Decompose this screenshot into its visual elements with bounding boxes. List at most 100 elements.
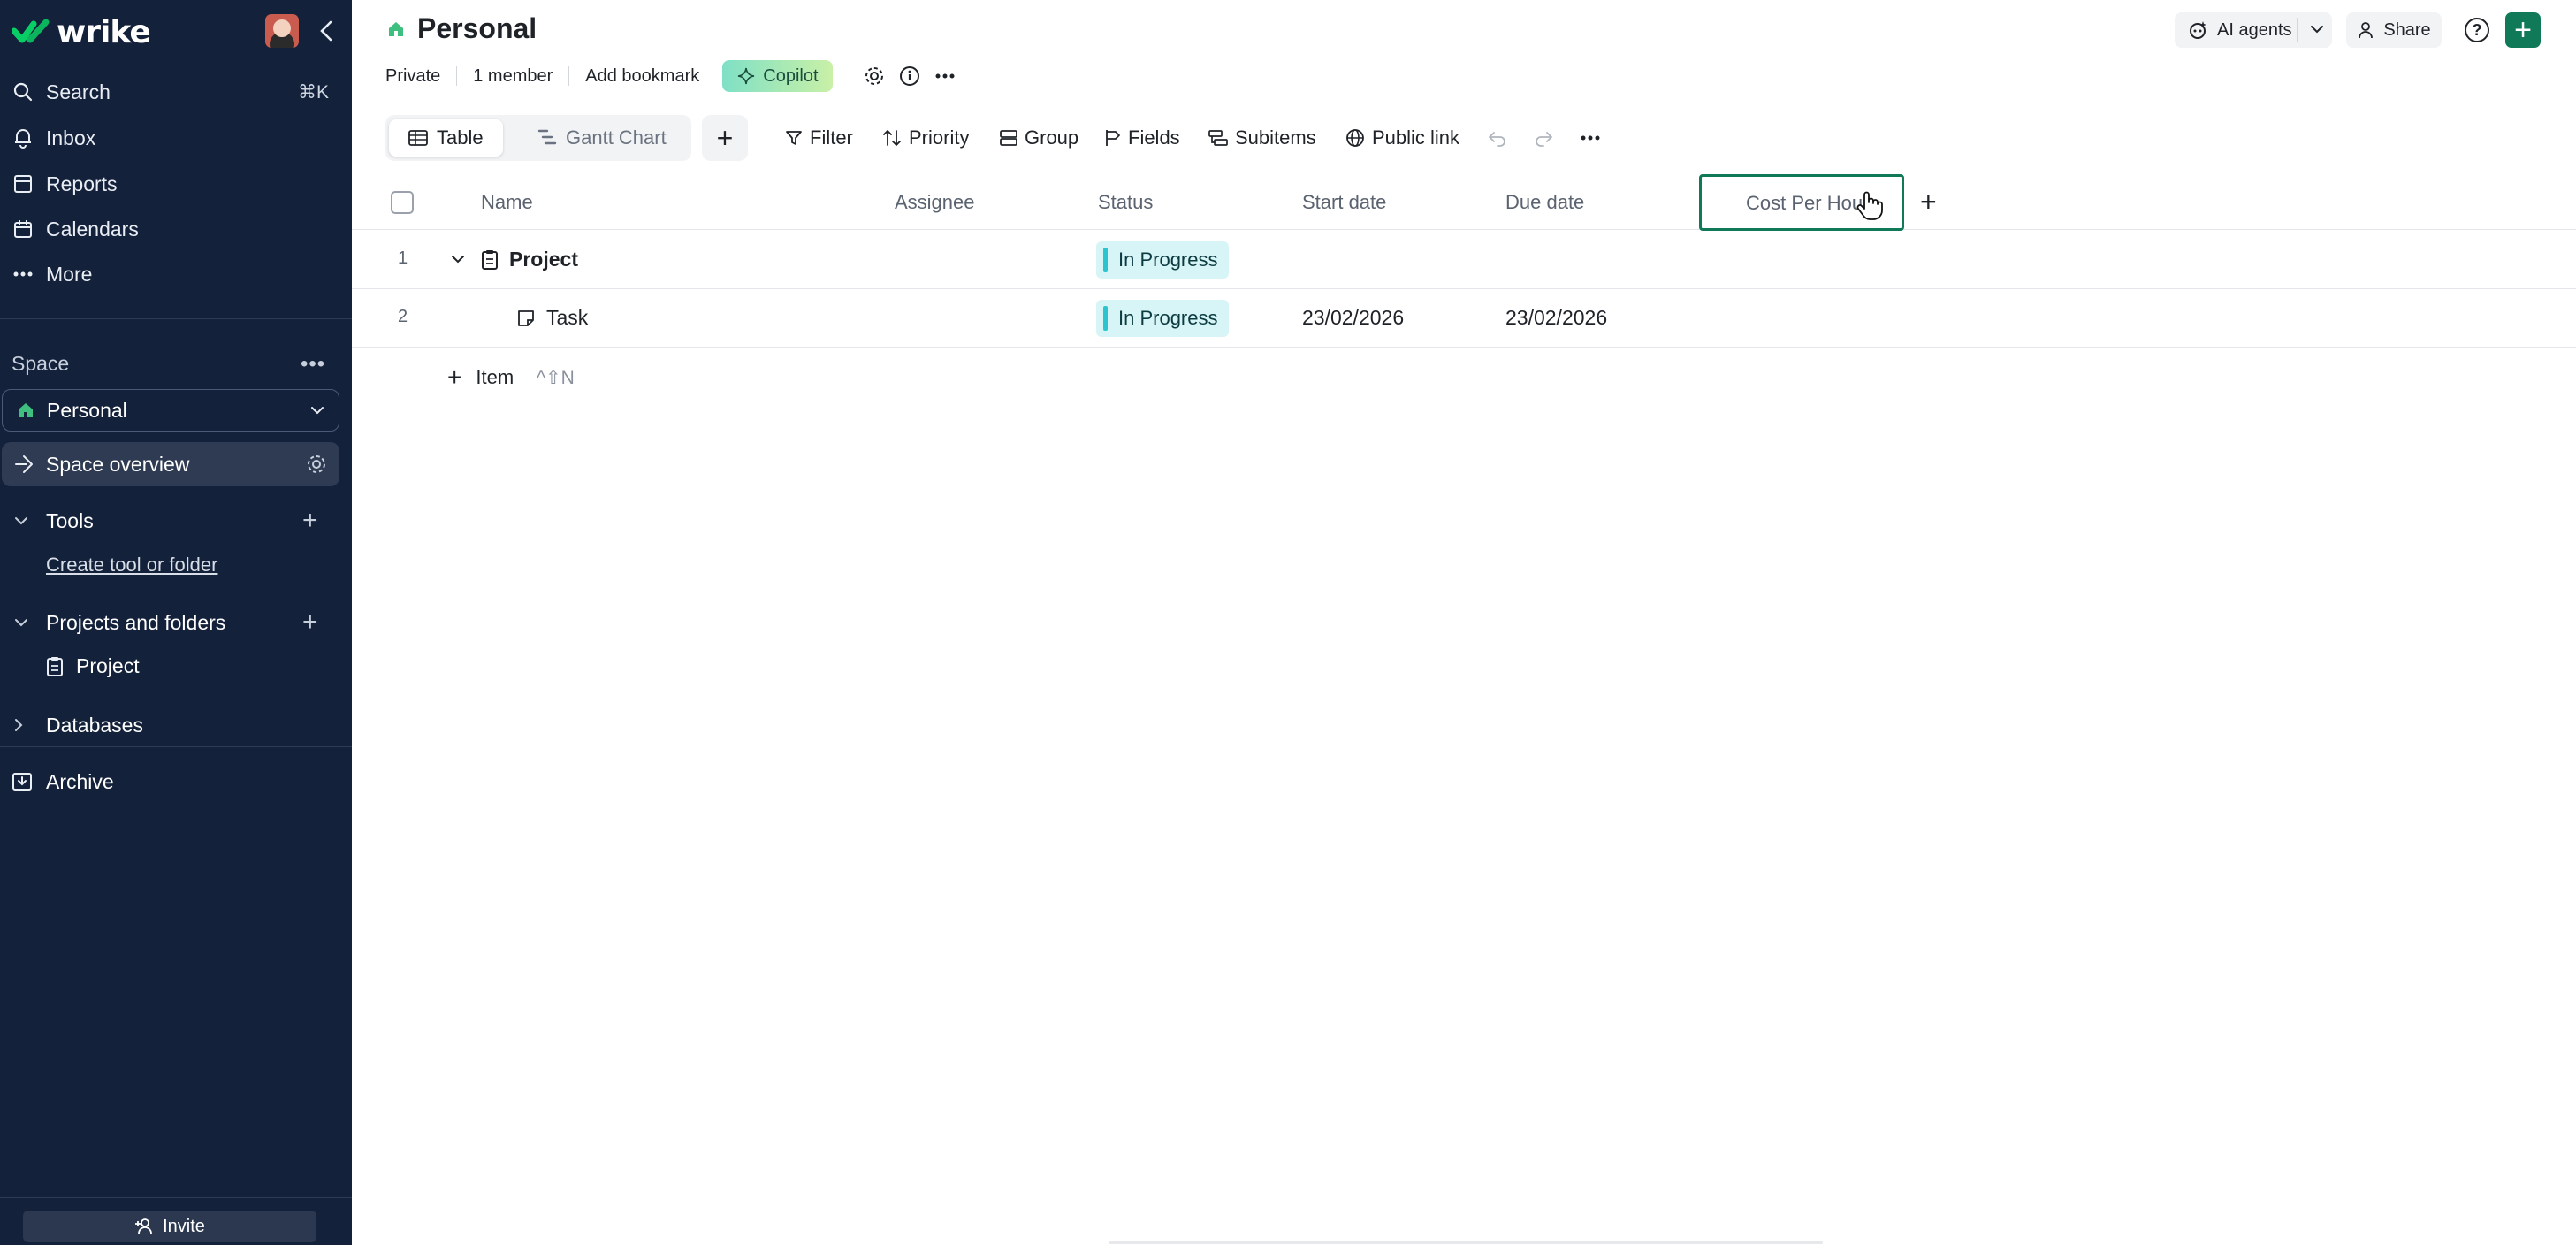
add-project-icon[interactable]: + — [302, 607, 318, 638]
chevron-left-icon — [320, 20, 332, 42]
nav-calendars[interactable]: Calendars — [0, 208, 352, 250]
info-button[interactable] — [898, 65, 921, 88]
search-shortcut: ⌘K — [297, 81, 329, 103]
hand-pointer-icon — [1856, 191, 1883, 220]
collapse-sidebar-button[interactable] — [311, 16, 341, 46]
databases-section[interactable]: Databases — [0, 705, 352, 745]
copilot-button[interactable]: Copilot — [722, 60, 833, 92]
add-item-label: Item — [476, 366, 514, 388]
separator — [2297, 18, 2298, 42]
priority-button[interactable]: Priority — [882, 122, 969, 154]
select-all-checkbox[interactable] — [391, 191, 414, 214]
help-icon[interactable]: ? — [2465, 18, 2489, 42]
status-badge[interactable]: In Progress — [1096, 300, 1229, 337]
add-tool-icon[interactable]: + — [302, 506, 318, 536]
status-badge[interactable]: In Progress — [1096, 241, 1229, 279]
ai-agents-button[interactable]: AI agents — [2175, 12, 2332, 48]
share-button[interactable]: Share — [2346, 12, 2442, 48]
row-name[interactable]: Task — [516, 306, 588, 330]
subitems-button[interactable]: Subitems — [1208, 122, 1316, 154]
share-label: Share — [2383, 19, 2431, 40]
column-header-due-date[interactable]: Due date — [1505, 191, 1584, 214]
tools-label: Tools — [46, 508, 94, 532]
public-link-label: Public link — [1372, 126, 1460, 149]
nav-inbox[interactable]: Inbox — [0, 117, 352, 159]
table-row[interactable]: 2 Task In Progress 23/02/2026 23/02/2026 — [352, 289, 2576, 348]
projects-section[interactable]: Projects and folders + — [0, 602, 352, 643]
column-header-assignee[interactable]: Assignee — [895, 191, 975, 214]
view-switcher: Table Gantt Chart — [385, 115, 691, 161]
create-new-button[interactable]: + — [2505, 12, 2541, 48]
gear-icon — [865, 67, 883, 85]
table-row[interactable]: 1 Project In Progress — [352, 231, 2576, 289]
nav-search[interactable]: Search ⌘K — [0, 71, 352, 113]
sidebar-divider — [0, 1197, 352, 1198]
space-overview-item[interactable]: Space overview — [2, 442, 339, 486]
tab-label: Table — [437, 126, 484, 149]
column-header-status[interactable]: Status — [1098, 191, 1153, 214]
nav-more[interactable]: More — [0, 253, 352, 295]
bell-icon — [11, 126, 34, 149]
tab-table[interactable]: Table — [389, 119, 503, 157]
undo-button[interactable] — [1487, 122, 1508, 154]
tools-section[interactable]: Tools + — [0, 500, 352, 541]
group-button[interactable]: Group — [1000, 122, 1078, 154]
settings-button[interactable] — [863, 65, 886, 88]
sidebar: wrike Search ⌘K Inbox Reports Calendars … — [0, 0, 352, 1245]
databases-label: Databases — [46, 713, 143, 737]
start-date-cell[interactable]: 23/02/2026 — [1302, 306, 1404, 330]
invite-button[interactable]: Invite — [23, 1211, 316, 1242]
create-tool-link[interactable]: Create tool or folder — [46, 554, 217, 577]
chevron-down-icon — [15, 517, 27, 525]
user-icon — [2359, 22, 2374, 39]
space-selector[interactable]: Personal — [2, 389, 339, 432]
horizontal-scrollbar[interactable] — [1109, 1241, 1823, 1244]
more-options-button[interactable] — [934, 65, 956, 88]
nav-reports[interactable]: Reports — [0, 163, 352, 205]
title-row: Personal — [387, 12, 537, 45]
add-view-button[interactable]: + — [702, 115, 748, 161]
nav-label: Search — [46, 80, 111, 103]
reports-icon — [11, 172, 34, 195]
page-title[interactable]: Personal — [417, 12, 537, 45]
subitems-icon — [1208, 130, 1228, 146]
due-date-cell[interactable]: 23/02/2026 — [1505, 306, 1607, 330]
add-bookmark-button[interactable]: Add bookmark — [585, 66, 699, 87]
globe-icon — [1346, 129, 1364, 147]
redo-button[interactable] — [1533, 122, 1554, 154]
sidebar-item-project[interactable]: Project — [46, 654, 140, 678]
filter-button[interactable]: Filter — [785, 122, 853, 154]
column-header-start-date[interactable]: Start date — [1302, 191, 1386, 214]
filter-label: Filter — [810, 126, 853, 149]
add-item-button[interactable]: + Item ^⇧N — [447, 363, 575, 393]
more-toolbar-button[interactable] — [1581, 122, 1600, 154]
archive-item[interactable]: Archive — [0, 761, 352, 802]
chevron-down-icon[interactable] — [2307, 19, 2327, 39]
group-label: Group — [1025, 126, 1079, 149]
fields-icon — [1106, 130, 1120, 146]
more-dots-icon — [935, 73, 955, 79]
space-more-icon[interactable]: ••• — [301, 352, 325, 377]
projects-label: Projects and folders — [46, 610, 226, 634]
privacy-label[interactable]: Private — [385, 66, 440, 87]
sidebar-divider — [0, 318, 352, 319]
wrike-logo[interactable]: wrike — [12, 14, 151, 50]
more-dots-icon — [1581, 135, 1600, 141]
fields-button[interactable]: Fields — [1103, 122, 1180, 154]
row-number: 2 — [398, 307, 408, 326]
copilot-label: Copilot — [763, 65, 819, 86]
project-label: Project — [76, 654, 140, 677]
column-header-name[interactable]: Name — [481, 191, 533, 214]
archive-icon — [12, 773, 32, 791]
gear-icon[interactable] — [306, 454, 327, 475]
archive-label: Archive — [46, 769, 114, 793]
row-name-text: Task — [546, 306, 589, 329]
public-link-button[interactable]: Public link — [1345, 122, 1459, 154]
row-name[interactable]: Project — [481, 248, 578, 271]
add-column-button[interactable]: + — [1920, 186, 1937, 218]
tab-gantt-chart[interactable]: Gantt Chart — [518, 119, 686, 157]
members-label[interactable]: 1 member — [473, 66, 553, 87]
chevron-down-icon[interactable] — [451, 254, 465, 264]
status-color-bar — [1103, 248, 1108, 272]
avatar[interactable] — [265, 14, 299, 48]
